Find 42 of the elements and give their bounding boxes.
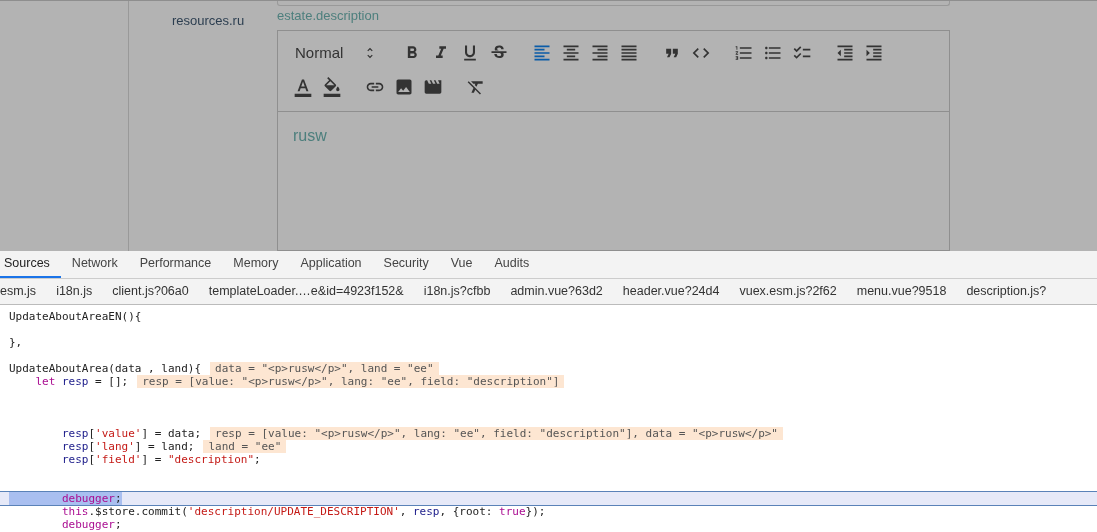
code-line: this.$store.commit('description/UPDATE_DESCRIPTION', resp, {root: true}); [60, 505, 546, 518]
file-tab[interactable]: description.js? [966, 282, 1047, 301]
devtools-tab[interactable]: Vue [439, 251, 484, 278]
field-caption: estate.description [277, 7, 380, 26]
file-tab[interactable]: header.vue?24d4 [622, 282, 720, 301]
align-center-icon [561, 43, 581, 64]
align-justify-icon [619, 43, 639, 64]
inline-value: resp = [value: "<p>rusw</p>", lang: "ee", field: "description"], data = "<p>rusw</p>" [210, 427, 783, 440]
devtools-tab[interactable]: Security [372, 251, 440, 278]
image-icon [394, 77, 414, 98]
file-tab[interactable]: i18n.js?cfbb [423, 282, 491, 301]
inline-value: land = "ee" [203, 440, 287, 453]
code-line: UpdateAboutArea(data , land){ [9, 362, 202, 375]
outdent-icon [835, 43, 855, 64]
indent-icon [864, 43, 884, 64]
code-line: UpdateAboutAreaEN(){ [9, 310, 142, 323]
align-right-icon [590, 43, 610, 64]
devtools-tab[interactable]: Network [60, 251, 129, 278]
align-left-icon [532, 43, 552, 64]
code-line: resp['value'] = data; [60, 427, 202, 440]
file-tab[interactable]: esm.js [0, 282, 37, 301]
devtools-tab[interactable]: Application [289, 251, 373, 278]
file-tab[interactable]: templateLoader.…e&id=4923f152& [208, 282, 404, 301]
file-tab[interactable]: admin.vue?63d2 [510, 282, 603, 301]
text-color-icon [293, 77, 313, 98]
devtools-tab[interactable]: Performance [128, 251, 223, 278]
code-line: debugger; [60, 518, 122, 531]
format-select[interactable]: Normal [289, 41, 383, 66]
inline-value: data = "<p>rusw</p>", land = "ee" [210, 362, 439, 375]
devtools-tab[interactable]: Audits [483, 251, 541, 278]
inline-value: resp = [value: "<p>rusw</p>", lang: "ee", field: "description"] [137, 375, 565, 388]
file-tab[interactable]: i18n.js [56, 282, 93, 301]
code-line: resp['lang'] = land; [60, 440, 195, 453]
file-tab[interactable]: client.js?06a0 [112, 282, 189, 301]
code-line: }, [9, 336, 23, 349]
code-line: let resp = []; [34, 375, 129, 388]
fill-color-icon [322, 77, 342, 98]
devtools-tab[interactable]: Memory [222, 251, 290, 278]
file-tab[interactable]: menu.vue?9518 [856, 282, 947, 301]
field-label: resources.ru [170, 12, 245, 30]
file-tab[interactable]: vuex.esm.js?2f62 [739, 282, 837, 301]
code-line: resp['field'] = "description"; [60, 453, 261, 466]
